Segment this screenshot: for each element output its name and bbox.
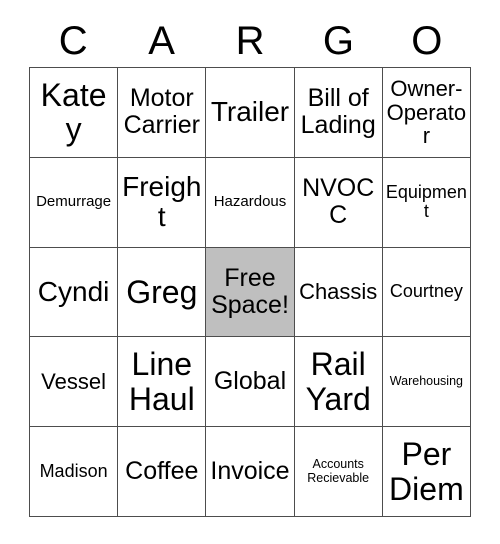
bingo-cell[interactable]: NVOCC [294, 157, 383, 248]
bingo-cell-label: Coffee [125, 457, 199, 486]
bingo-cell[interactable]: Owner-Operator [382, 68, 471, 158]
bingo-cell-label: Chassis [299, 279, 378, 305]
bingo-cell-label: Free Space! [211, 263, 289, 319]
bingo-cell[interactable]: Cyndi [30, 247, 119, 338]
bingo-cell-label: Cyndi [37, 275, 110, 307]
bingo-cell-label: Global [213, 367, 287, 396]
bingo-cell-label: Invoice [210, 457, 290, 486]
bingo-cell[interactable]: Freight [118, 157, 207, 248]
bingo-cell[interactable]: Accounts Recievable [294, 427, 383, 517]
bingo-cell[interactable]: Invoice [206, 427, 295, 517]
bingo-cell-label: Madison [39, 460, 108, 481]
bingo-cell-label: Warehousing [389, 374, 463, 389]
header-letter-g: G [322, 18, 354, 63]
bingo-cell-label: Accounts Recievable [307, 457, 370, 485]
bingo-cell[interactable]: Warehousing [382, 337, 471, 428]
bingo-cell[interactable]: Greg [118, 247, 207, 338]
bingo-cell[interactable]: Equipment [382, 157, 471, 248]
bingo-card: C A R G O Katey Motor Carrier Trailer Bill … [0, 0, 500, 544]
bingo-cell-label: Trailer [210, 96, 290, 128]
bingo-cell[interactable]: Coffee [118, 427, 207, 517]
bingo-cell-label: Courtney [389, 281, 463, 302]
bingo-cell[interactable]: Vessel [30, 337, 119, 428]
bingo-cell-label: NVOCC [302, 174, 375, 230]
bingo-cell[interactable]: Katey [30, 68, 119, 158]
bingo-cell-label: Per Diem [389, 436, 464, 507]
bingo-cell[interactable]: Per Diem [382, 427, 471, 517]
bingo-cell-label: Vessel [41, 368, 106, 394]
bingo-cell[interactable]: Trailer [206, 68, 295, 158]
bingo-cell-label: Demurrage [36, 193, 112, 211]
bingo-cell[interactable]: Line Haul [118, 337, 207, 428]
header-letter-c: C [58, 18, 88, 63]
bingo-cell[interactable]: Madison [30, 427, 119, 517]
bingo-cell-label: Freight [122, 170, 202, 233]
bingo-cell-label: Katey [40, 76, 107, 148]
bingo-cell-label: Hazardous [213, 193, 287, 211]
bingo-cell-label: Line Haul [128, 346, 195, 417]
bingo-cell[interactable]: Chassis [294, 247, 383, 338]
bingo-cell[interactable]: Bill of Lading [294, 68, 383, 158]
bingo-cell-label: Motor Carrier [123, 84, 200, 140]
bingo-cell[interactable]: Demurrage [30, 157, 119, 248]
bingo-cell-label: Greg [126, 273, 198, 310]
bingo-cell-label: Owner-Operator [386, 75, 467, 149]
header-letter-o: O [411, 18, 443, 63]
bingo-cell-free-space[interactable]: Free Space! [206, 247, 295, 338]
bingo-header: C A R G O [29, 14, 471, 67]
bingo-cell[interactable]: Rail Yard [294, 337, 383, 428]
header-letter-a: A [148, 18, 175, 63]
header-letter-r: R [235, 18, 265, 63]
bingo-cell-label: Rail Yard [305, 346, 371, 417]
bingo-cell[interactable]: Motor Carrier [118, 68, 207, 158]
bingo-grid: Katey Motor Carrier Trailer Bill of Lading O… [29, 67, 471, 517]
bingo-cell[interactable]: Hazardous [206, 157, 295, 248]
bingo-cell[interactable]: Courtney [382, 247, 471, 338]
bingo-cell-label: Bill of Lading [300, 84, 376, 140]
bingo-cell[interactable]: Global [206, 337, 295, 428]
bingo-cell-label: Equipment [385, 181, 467, 222]
